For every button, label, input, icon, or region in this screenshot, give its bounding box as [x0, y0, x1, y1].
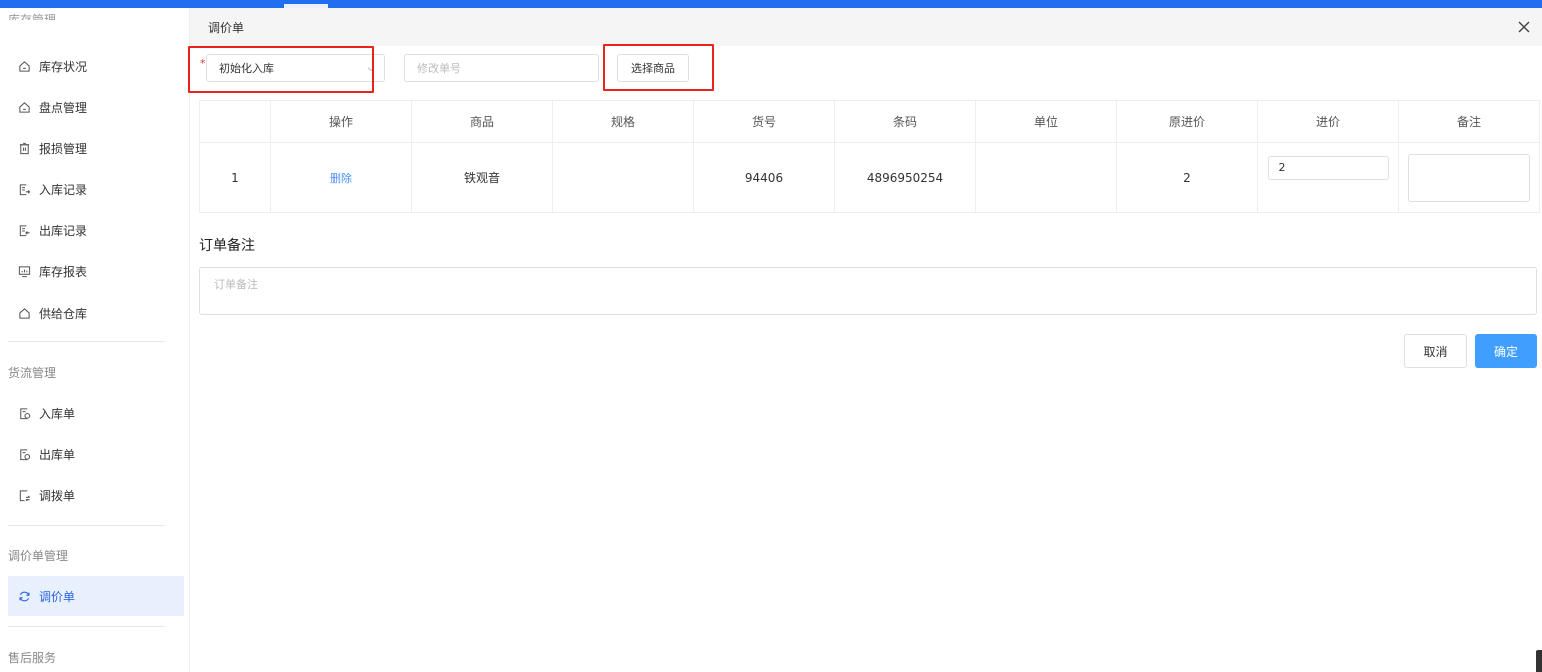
sidebar-item-label: 入库单 [39, 406, 76, 421]
sidebar-item-inbound-records[interactable]: 入库记录 [8, 169, 184, 209]
sidebar-item-label: 入库记录 [39, 182, 88, 197]
table-header-price: 进价 [1257, 100, 1399, 143]
cancel-button[interactable]: 取消 [1404, 334, 1467, 368]
close-icon[interactable] [1516, 19, 1532, 35]
home-icon [17, 100, 31, 114]
row-item-no: 94406 [693, 142, 835, 213]
sidebar-item-label: 库存状况 [39, 59, 88, 74]
sidebar-item-label: 调拨单 [39, 488, 76, 503]
sidebar-item-transfer-order[interactable]: 调拨单 [8, 475, 184, 515]
products-table: 操作 商品 规格 货号 条码 单位 原进价 进价 备注 1 删除 铁观音 944… [199, 100, 1540, 213]
row-orig-price: 2 [1116, 142, 1258, 213]
sidebar-item-outbound-order[interactable]: 出库单 [8, 434, 184, 474]
refresh-icon [17, 589, 31, 603]
table-header-index [199, 100, 271, 143]
confirm-button[interactable]: 确定 [1475, 334, 1537, 368]
inbound-icon [17, 406, 31, 420]
sidebar-item-label: 供给仓库 [39, 306, 88, 321]
price-adjust-dialog: 调价单 * 初始化入库 选择商品 操作 商品 规格 货号 条码 单位 [188, 8, 1542, 672]
sidebar-item-label: 盘点管理 [39, 100, 88, 115]
monitor-icon [17, 264, 31, 278]
sidebar-item-supply-warehouse[interactable]: 供给仓库 [8, 293, 184, 333]
sidebar-item-inbound-order[interactable]: 入库单 [8, 393, 184, 433]
sidebar-item-price-adjust[interactable]: 调价单 [8, 576, 184, 616]
row-price-cell: 2 [1257, 142, 1399, 213]
row-spec [552, 142, 694, 213]
sidebar-item-label: 出库记录 [39, 223, 88, 238]
note-textarea[interactable] [1408, 153, 1530, 202]
highlight-box-select [188, 46, 374, 93]
table-header-orig-price: 原进价 [1116, 100, 1258, 143]
price-input[interactable]: 2 [1267, 155, 1389, 180]
order-remark-title: 订单备注 [199, 238, 255, 254]
order-number-input[interactable] [404, 54, 599, 82]
sidebar-item-label: 调价单 [39, 589, 76, 604]
home-icon [17, 59, 31, 73]
doc-in-icon [17, 182, 31, 196]
sidebar-item-label: 库存报表 [39, 264, 88, 279]
sidebar-item-stocktake[interactable]: 盘点管理 [8, 87, 184, 127]
table-header-note: 备注 [1398, 100, 1540, 143]
row-action-cell: 删除 [270, 142, 412, 213]
dialog-header: 调价单 [190, 8, 1542, 46]
sidebar-divider [8, 525, 165, 526]
row-note-cell [1398, 142, 1540, 213]
dialog-title: 调价单 [208, 21, 245, 35]
row-barcode: 4896950254 [834, 142, 976, 213]
delete-link[interactable]: 删除 [330, 172, 352, 185]
row-unit [975, 142, 1117, 213]
trash-icon [17, 141, 31, 155]
table-header-product: 商品 [411, 100, 553, 143]
outbound-icon [17, 447, 31, 461]
corner-widget[interactable] [1536, 650, 1542, 672]
order-remark-textarea[interactable] [199, 267, 1537, 315]
sidebar-item-stock-report[interactable]: 库存报表 [8, 251, 184, 291]
sidebar-item-label: 报损管理 [39, 141, 88, 156]
table-header-row: 操作 商品 规格 货号 条码 单位 原进价 进价 备注 [199, 100, 1540, 143]
table-header-unit: 单位 [975, 100, 1117, 143]
table-header-spec: 规格 [552, 100, 694, 143]
sidebar-group-price-adjust: 调价单管理 [8, 549, 69, 563]
sidebar-divider [8, 341, 165, 342]
warehouse-icon [17, 306, 31, 320]
table-header-action: 操作 [270, 100, 412, 143]
sidebar: 库存管理 库存状况 盘点管理 报损管理 入库记录 出库记录 库存报表 供给仓库 … [0, 8, 190, 672]
sidebar-group-after-sales: 售后服务 [8, 651, 57, 665]
table-header-item-no: 货号 [693, 100, 835, 143]
highlight-box-choose [603, 44, 714, 91]
row-product: 铁观音 [411, 142, 553, 213]
sidebar-item-stock-status[interactable]: 库存状况 [8, 46, 184, 86]
row-index: 1 [199, 142, 271, 213]
transfer-icon [17, 488, 31, 502]
top-bar [0, 0, 1542, 8]
sidebar-item-label: 出库单 [39, 447, 76, 462]
sidebar-group-inventory: 库存管理 [8, 13, 57, 20]
sidebar-group-logistics: 货流管理 [8, 366, 57, 380]
table-header-barcode: 条码 [834, 100, 976, 143]
doc-out-icon [17, 223, 31, 237]
sidebar-item-outbound-records[interactable]: 出库记录 [8, 210, 184, 250]
sidebar-divider [8, 626, 165, 627]
table-row: 1 删除 铁观音 94406 4896950254 2 2 [199, 142, 1540, 213]
sidebar-item-damage[interactable]: 报损管理 [8, 128, 184, 168]
